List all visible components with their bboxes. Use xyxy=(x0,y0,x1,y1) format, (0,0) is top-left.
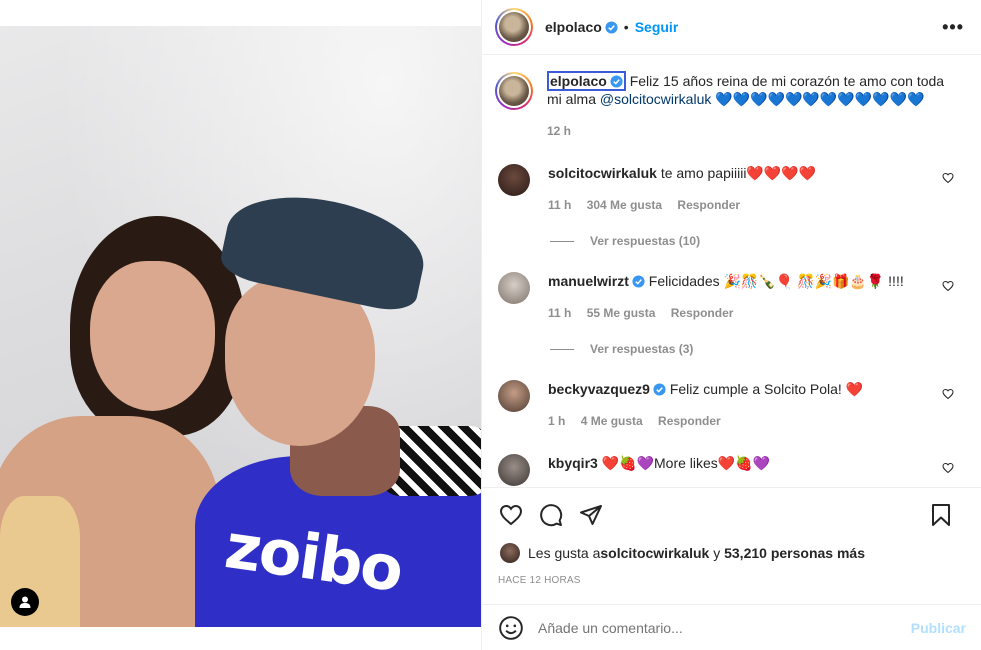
divider-line xyxy=(550,240,574,242)
user-icon xyxy=(19,596,31,608)
caption-mention[interactable]: @solcitocwirkaluk xyxy=(600,91,711,107)
like-comment-heart-icon[interactable] xyxy=(942,388,954,400)
verified-badge-icon xyxy=(653,383,666,396)
comment-body: kbyqir3 ❤️🍓💜More likes❤️🍓💜 xyxy=(548,454,948,472)
caption-time[interactable]: 12 h xyxy=(547,122,957,140)
view-replies-button[interactable]: Ver respuestas (3) xyxy=(550,342,693,356)
paper-plane-icon xyxy=(580,504,602,525)
post-timestamp[interactable]: HACE 12 HORAS xyxy=(498,575,581,586)
like-button[interactable] xyxy=(498,502,524,528)
reply-button[interactable]: Responder xyxy=(658,414,721,428)
caption-username[interactable]: elpolaco xyxy=(550,73,607,89)
comment-likes[interactable]: 55 Me gusta xyxy=(587,306,656,320)
share-button[interactable] xyxy=(578,502,604,528)
avatar-image xyxy=(499,12,529,42)
caption-avatar[interactable] xyxy=(495,72,533,110)
comment-body: manuelwirzt Felicidades 🎉🎊🍾🎈 🎊🎉🎁🎂🌹 !!!! xyxy=(548,272,948,290)
comment-input[interactable] xyxy=(538,619,878,636)
comment-avatar[interactable] xyxy=(498,272,530,304)
photo-girl-face xyxy=(90,261,215,411)
avatar-image xyxy=(499,76,529,106)
tagged-users-button[interactable] xyxy=(11,588,39,616)
comment-meta: 11 h 55 Me gusta Responder xyxy=(548,306,745,320)
comment-likes[interactable]: 304 Me gusta xyxy=(587,198,662,212)
comment-meta: 1 h 4 Me gusta Responder xyxy=(548,414,733,428)
instagram-post-modal: zoibo elpolaco • Seguir ••• elpolaco Fel… xyxy=(0,0,981,650)
heart-icon xyxy=(499,504,523,525)
comment-text: Feliz cumple a Solcito Pola! ❤️ xyxy=(669,381,864,397)
comment-avatar[interactable] xyxy=(498,454,530,486)
like-comment-heart-icon[interactable] xyxy=(942,462,954,474)
view-replies-label[interactable]: Ver respuestas (10) xyxy=(590,234,700,248)
emoji-icon[interactable] xyxy=(498,615,524,641)
likes-count[interactable]: 53,210 personas más xyxy=(724,545,865,561)
post-header: elpolaco • Seguir ••• xyxy=(482,0,981,55)
comment-meta: 11 h 304 Me gusta Responder xyxy=(548,198,752,212)
comment-button[interactable] xyxy=(538,502,564,528)
comment-username[interactable]: kbyqir3 xyxy=(548,455,598,471)
comment-avatar[interactable] xyxy=(498,164,530,196)
save-button[interactable] xyxy=(928,502,954,528)
author-username[interactable]: elpolaco xyxy=(545,19,602,35)
comment-body: solcitocwirkaluk te amo papiiiii❤️❤️❤️❤️ xyxy=(548,164,948,182)
comment-text: ❤️🍓💜More likes❤️🍓💜 xyxy=(601,455,771,471)
post-actions-bar xyxy=(482,487,981,541)
comment-likes[interactable]: 4 Me gusta xyxy=(581,414,643,428)
reply-button[interactable]: Responder xyxy=(677,198,740,212)
post-media: zoibo xyxy=(0,0,481,650)
comment-bubble-icon xyxy=(540,503,563,526)
like-comment-heart-icon[interactable] xyxy=(942,280,954,292)
caption-emojis: 💙💙💙💙💙💙💙💙💙💙💙💙 xyxy=(711,91,925,107)
likes-summary: Les gusta a solcitocwirkaluk y 53,210 pe… xyxy=(500,543,865,563)
bookmark-icon xyxy=(932,504,950,526)
add-comment-bar: Publicar xyxy=(482,604,981,650)
likes-prefix: Les gusta a xyxy=(528,545,601,561)
comment-time[interactable]: 11 h xyxy=(548,198,571,212)
view-replies-label[interactable]: Ver respuestas (3) xyxy=(590,342,693,356)
comment-text: te amo papiiiii❤️❤️❤️❤️ xyxy=(660,165,817,181)
post-panel: elpolaco • Seguir ••• elpolaco Feliz 15 … xyxy=(481,0,981,650)
comment-username[interactable]: beckyvazquez9 xyxy=(548,381,650,397)
likes-user[interactable]: solcitocwirkaluk xyxy=(600,545,709,561)
comment-time[interactable]: 11 h xyxy=(548,306,571,320)
comment-username[interactable]: solcitocwirkaluk xyxy=(548,165,657,181)
author-avatar[interactable] xyxy=(495,8,533,46)
comments-list[interactable]: elpolaco Feliz 15 años reina de mi coraz… xyxy=(482,56,981,487)
reply-button[interactable]: Responder xyxy=(671,306,734,320)
more-options-icon[interactable]: ••• xyxy=(942,17,964,38)
comment-avatar[interactable] xyxy=(498,380,530,412)
post-photo[interactable]: zoibo xyxy=(0,26,481,627)
liker-avatar[interactable] xyxy=(500,543,520,563)
follow-button[interactable]: Seguir xyxy=(635,19,679,35)
comment-username[interactable]: manuelwirzt xyxy=(548,273,629,289)
post-caption: elpolaco Feliz 15 años reina de mi coraz… xyxy=(495,71,957,140)
comment-text: Felicidades 🎉🎊🍾🎈 🎊🎉🎁🎂🌹 !!!! xyxy=(648,273,904,289)
publish-comment-button[interactable]: Publicar xyxy=(911,620,966,636)
verified-badge-icon xyxy=(610,75,623,88)
comment-body: beckyvazquez9 Feliz cumple a Solcito Pol… xyxy=(548,380,948,398)
caption-text-block: elpolaco Feliz 15 años reina de mi coraz… xyxy=(547,71,957,140)
caption-username-wrapper[interactable]: elpolaco xyxy=(547,71,626,91)
like-comment-heart-icon[interactable] xyxy=(942,172,954,184)
divider-line xyxy=(550,348,574,350)
comment-time[interactable]: 1 h xyxy=(548,414,565,428)
view-replies-button[interactable]: Ver respuestas (10) xyxy=(550,234,700,248)
verified-badge-icon xyxy=(605,20,618,34)
likes-mid: y xyxy=(709,545,725,561)
verified-badge-icon xyxy=(632,275,645,288)
separator-dot: • xyxy=(623,19,629,35)
